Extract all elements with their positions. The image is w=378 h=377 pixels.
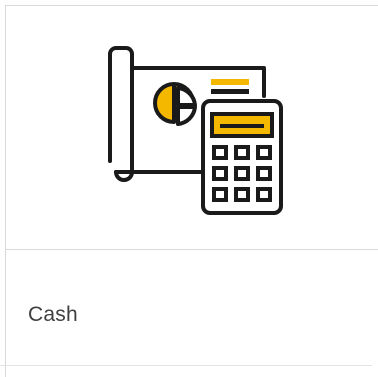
- cash-tile[interactable]: Cash: [5, 5, 378, 377]
- pie-chart-icon: [153, 82, 197, 126]
- calculator-icon: [201, 99, 283, 215]
- card-illustration: [6, 6, 378, 249]
- sheet-lines-icon: [211, 79, 249, 94]
- finance-calculator-icon: [108, 46, 283, 215]
- card-bottom-border: [0, 365, 372, 366]
- card-footer: Cash: [6, 250, 378, 370]
- card-title: Cash: [28, 303, 78, 326]
